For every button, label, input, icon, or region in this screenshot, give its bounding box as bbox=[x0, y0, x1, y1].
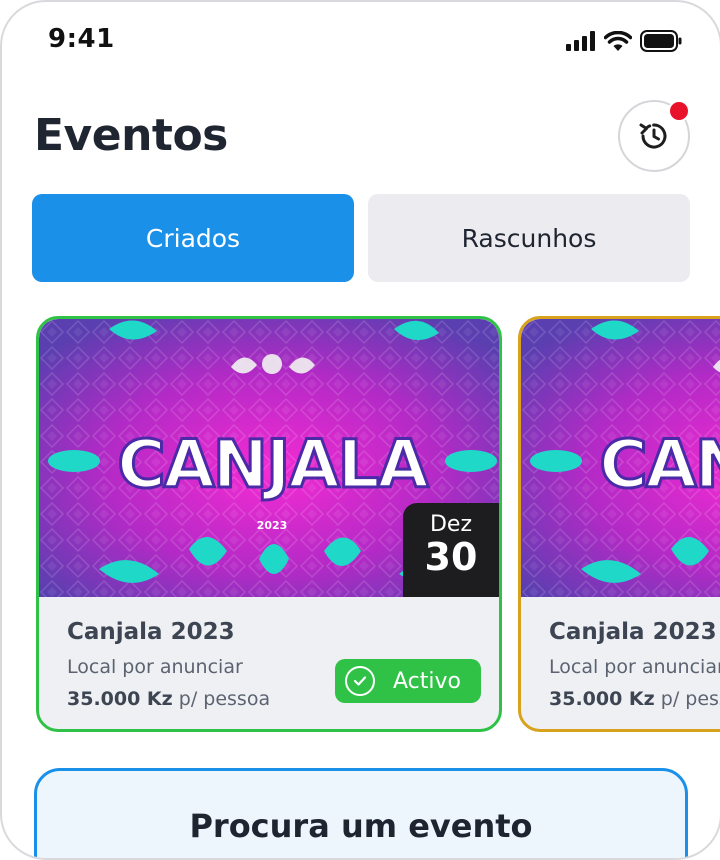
event-location: Local por anunciar bbox=[549, 656, 720, 678]
battery-icon bbox=[640, 30, 682, 52]
status-badge: Activo bbox=[335, 659, 481, 703]
tab-criados[interactable]: Criados bbox=[32, 194, 354, 282]
event-card[interactable]: CANJALA Canjala 2023 Local por anunciar … bbox=[518, 316, 720, 732]
signal-icon bbox=[566, 31, 595, 51]
notification-dot bbox=[668, 100, 690, 122]
event-image: CANJALA bbox=[521, 319, 720, 597]
status-time: 9:41 bbox=[48, 24, 115, 54]
tab-rascunhos[interactable]: Rascunhos bbox=[368, 194, 690, 282]
event-image-title: CANJALA bbox=[599, 426, 720, 503]
check-circle-icon bbox=[345, 666, 375, 696]
event-price-suffix: p/ pessoa bbox=[660, 688, 720, 710]
event-card[interactable]: CANJALA 2023 Dez 30 Canjala 2023 Local p… bbox=[36, 316, 502, 732]
status-label: Activo bbox=[393, 668, 461, 694]
date-month: Dez bbox=[429, 512, 473, 537]
event-price: 35.000 Kz p/ pessoa bbox=[67, 688, 270, 710]
event-title: Canjala 2023 bbox=[67, 619, 235, 645]
event-title: Canjala 2023 bbox=[549, 619, 717, 645]
status-icons bbox=[566, 30, 682, 52]
date-day: 30 bbox=[424, 535, 478, 579]
event-location: Local por anunciar bbox=[67, 656, 243, 678]
search-event-banner[interactable]: Procura um evento bbox=[34, 768, 688, 858]
event-price-value: 35.000 Kz bbox=[67, 688, 173, 710]
event-price-suffix: p/ pessoa bbox=[178, 688, 271, 710]
phone-screen: 9:41 Eventos Criados Rascunhos CANJALA 2… bbox=[0, 0, 720, 860]
wifi-icon bbox=[604, 31, 632, 51]
event-image-title: CANJALA bbox=[117, 426, 428, 503]
page-title: Eventos bbox=[34, 110, 228, 161]
history-button[interactable] bbox=[618, 100, 690, 172]
search-banner-title: Procura um evento bbox=[189, 807, 533, 845]
event-price-value: 35.000 Kz bbox=[549, 688, 655, 710]
event-price: 35.000 Kz p/ pessoa bbox=[549, 688, 720, 710]
date-badge: Dez 30 bbox=[403, 503, 499, 597]
event-image-year: 2023 bbox=[257, 519, 288, 532]
history-icon bbox=[639, 123, 667, 149]
